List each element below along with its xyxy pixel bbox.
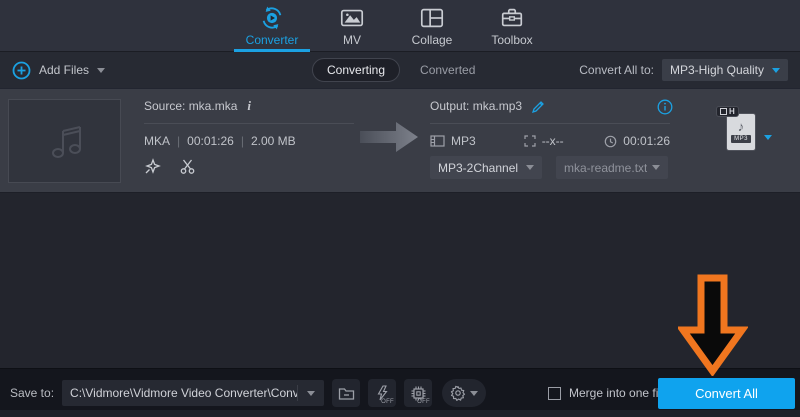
window-bottom-strip <box>0 410 800 417</box>
output-resolution-text: --x-- <box>542 134 564 148</box>
chevron-down-icon <box>526 165 534 170</box>
source-to-output-arrow-icon <box>358 119 420 155</box>
folder-icon <box>338 386 355 401</box>
output-info-icon[interactable] <box>657 99 673 115</box>
chevron-down-icon <box>772 68 780 73</box>
source-format: MKA <box>144 134 170 148</box>
cut-scissors-icon[interactable] <box>179 158 196 175</box>
tab-mv[interactable]: MV <box>312 0 392 52</box>
add-files-label: Add Files <box>39 63 89 77</box>
resolution-expand-icon <box>524 135 536 147</box>
settings-chevron-down-icon <box>470 391 478 396</box>
settings-button[interactable] <box>442 379 486 407</box>
converter-icon <box>259 5 285 31</box>
gear-icon <box>450 385 466 401</box>
rename-pencil-icon[interactable] <box>531 99 546 114</box>
output-format-value: MP3-High Quality <box>670 63 764 77</box>
path-chevron-down-icon[interactable] <box>307 391 315 396</box>
output-format-text: MP3 <box>451 134 476 148</box>
tab-mv-label: MV <box>343 33 361 47</box>
source-info-icon[interactable]: i <box>247 98 251 114</box>
output-format-dropdown[interactable]: MP3-High Quality <box>662 59 788 81</box>
toolbar: Add Files Converting Converted Convert A… <box>0 52 800 88</box>
open-folder-button[interactable] <box>332 379 360 407</box>
edit-effects-wand-icon[interactable] <box>144 158 161 175</box>
vidmore-converter-window: Converter MV <box>0 0 800 417</box>
divider <box>144 123 354 124</box>
add-files-chevron-down-icon[interactable] <box>97 68 105 73</box>
mv-icon <box>339 5 365 31</box>
tab-toolbox-label: Toolbox <box>491 33 532 47</box>
output-filename: Output: mka.mp3 <box>430 99 522 113</box>
bottom-bar: Save to: C:\Vidmore\Vidmore Video Conver… <box>0 368 800 417</box>
save-path-value: C:\Vidmore\Vidmore Video Converter\Conve… <box>62 386 297 400</box>
source-size: 2.00 MB <box>251 134 296 148</box>
file-item-row: Source: mka.mka i MKA | 00:01:26 | 2.00 … <box>0 88 800 193</box>
add-plus-icon <box>12 61 31 80</box>
output-format-file-icon[interactable]: ♪ MP3 <box>727 114 755 150</box>
tab-collage[interactable]: Collage <box>392 0 472 52</box>
clock-icon <box>604 135 617 148</box>
gpu-accel-off-label: OFF <box>417 399 430 405</box>
source-meta: MKA | 00:01:26 | 2.00 MB <box>144 134 354 148</box>
music-note-icon <box>42 118 88 164</box>
source-filename: Source: mka.mka <box>144 99 237 113</box>
output-info-column: Output: mka.mp3 <box>430 97 670 179</box>
save-to-label: Save to: <box>10 386 54 400</box>
convert-all-to-group: Convert All to: MP3-High Quality <box>579 52 788 88</box>
toolbox-icon <box>499 5 525 31</box>
format-file-label: MP3 <box>731 135 751 143</box>
output-meta: MP3 --x-- <box>430 134 670 148</box>
chevron-down-icon <box>652 165 660 170</box>
merge-checkbox[interactable] <box>548 387 561 400</box>
tab-toolbox[interactable]: Toolbox <box>472 0 552 52</box>
tab-converted[interactable]: Converted <box>420 63 475 77</box>
convert-all-button[interactable]: Convert All <box>658 378 795 409</box>
collage-icon <box>419 5 445 31</box>
top-tab-bar: Converter MV <box>0 0 800 52</box>
hardware-acceleration-button[interactable]: OFF <box>368 379 396 407</box>
format-chevron-down-icon[interactable] <box>764 135 772 140</box>
source-duration: 00:01:26 <box>187 134 234 148</box>
film-icon <box>430 135 445 147</box>
tab-collage-label: Collage <box>412 33 453 47</box>
tab-converter[interactable]: Converter <box>232 0 312 52</box>
divider <box>430 123 670 124</box>
file-thumbnail <box>8 99 121 183</box>
queue-tabs: Converting Converted <box>312 52 475 88</box>
gpu-acceleration-button[interactable]: OFF <box>404 379 432 407</box>
file-list-area <box>0 193 800 368</box>
add-files-button[interactable]: Add Files <box>12 61 105 80</box>
output-duration-text: 00:01:26 <box>623 134 670 148</box>
main-tabs: Converter MV <box>232 0 552 52</box>
merge-label: Merge into one file <box>569 386 668 400</box>
hw-accel-off-label: OFF <box>381 399 394 405</box>
note-glyph: ♪ <box>738 121 745 133</box>
audio-profile-dropdown[interactable]: MP3-2Channel <box>430 156 542 179</box>
subtitle-dropdown[interactable]: mka-readme.txt <box>556 156 668 179</box>
source-info-column: Source: mka.mka i MKA | 00:01:26 | 2.00 … <box>144 97 354 175</box>
quality-badge: H <box>716 106 739 117</box>
save-path-field[interactable]: C:\Vidmore\Vidmore Video Converter\Conve… <box>62 380 324 406</box>
tab-converter-label: Converter <box>246 33 299 47</box>
tab-converting[interactable]: Converting <box>312 58 400 82</box>
merge-group: Merge into one file <box>548 386 668 400</box>
convert-all-to-label: Convert All to: <box>579 63 654 77</box>
